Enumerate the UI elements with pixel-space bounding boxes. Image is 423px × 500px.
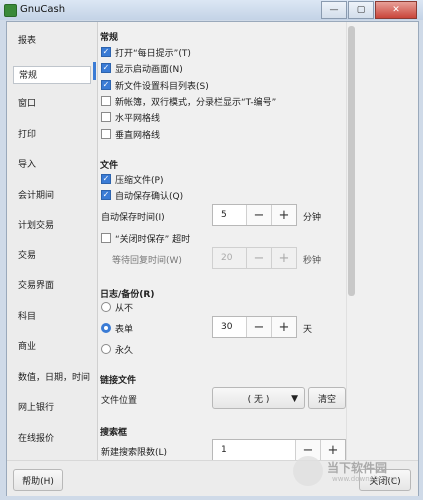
option-autosave-confirm[interactable]: ✓ 自动保存确认(Q) — [101, 188, 183, 202]
autosave-interval-stepper[interactable]: 5 − + — [212, 204, 297, 226]
checkbox-checked-icon[interactable]: ✓ — [101, 174, 111, 184]
sidebar-item-general[interactable]: 常规 — [13, 66, 91, 84]
sidebar: 报表 常规 窗口 打印 导入 会计期间 计划交易 交易 交易界面 科目 商业 数… — [7, 22, 98, 460]
option-label: 压缩文件(P) — [115, 175, 164, 186]
clear-button[interactable]: 清空 — [308, 387, 346, 409]
section-log-heading: 日志/备份(R) — [100, 290, 155, 300]
scrollbar-thumb[interactable] — [348, 26, 355, 296]
preferences-dialog: 报表 常规 窗口 打印 导入 会计期间 计划交易 交易 交易界面 科目 商业 数… — [6, 21, 419, 496]
checkbox-checked-icon[interactable]: ✓ — [101, 190, 111, 200]
radio-icon[interactable] — [101, 302, 111, 312]
wait-reply-label: 等待回复时间(W) — [112, 256, 182, 266]
section-search-heading: 搜索框 — [100, 428, 128, 438]
sidebar-item-business[interactable]: 商业 — [13, 338, 91, 356]
title-bar: GnuCash — ▢ ✕ — [0, 0, 423, 20]
increment-button[interactable]: + — [320, 440, 345, 460]
option-label: 水平网格线 — [115, 113, 161, 124]
checkbox-icon[interactable] — [101, 233, 111, 243]
sidebar-item-windows[interactable]: 窗口 — [13, 95, 91, 113]
autosave-interval-unit: 分钟 — [303, 213, 322, 223]
window-title: GnuCash — [20, 4, 66, 15]
sidebar-item-transactions[interactable]: 交易 — [13, 247, 91, 265]
search-limit-stepper[interactable]: 1 − + — [212, 439, 346, 460]
minimize-button[interactable]: — — [321, 1, 347, 19]
search-limit-label: 新建搜索限数(L) — [101, 448, 168, 458]
option-label: 显示启动画面(N) — [115, 64, 183, 75]
wait-reply-value: 20 — [213, 248, 246, 268]
section-files-heading: 文件 — [100, 161, 119, 171]
radio-icon[interactable] — [101, 344, 111, 354]
checkbox-icon[interactable] — [101, 129, 111, 139]
increment-button: + — [271, 248, 296, 268]
app-icon — [4, 4, 17, 17]
option-label: 表单 — [115, 324, 134, 335]
option-log-permanent[interactable]: 永久 — [101, 342, 133, 356]
help-button[interactable]: 帮助(H) — [13, 469, 63, 491]
option-double-line-mode[interactable]: 新帐簿，双行模式，分录栏显示“T-编号” — [101, 94, 276, 108]
checkbox-checked-icon[interactable]: ✓ — [101, 80, 111, 90]
sidebar-item-numbers-dates-times[interactable]: 数值，日期，时间 — [13, 369, 91, 387]
sidebar-item-accounts[interactable]: 科目 — [13, 308, 91, 326]
sidebar-item-reports[interactable]: 报表 — [13, 32, 91, 50]
sidebar-item-register[interactable]: 交易界面 — [13, 277, 91, 295]
log-days-stepper[interactable]: 30 − + — [212, 316, 297, 338]
sidebar-item-printing[interactable]: 打印 — [13, 126, 91, 144]
autosave-interval-label: 自动保存时间(I) — [101, 213, 165, 223]
maximize-button[interactable]: ▢ — [348, 1, 374, 19]
selection-marker — [93, 62, 96, 80]
combo-value: ( 无 ) — [247, 394, 270, 405]
close-window-button[interactable]: ✕ — [375, 1, 417, 19]
file-location-combo[interactable]: ( 无 ) ▼ — [212, 387, 305, 409]
file-location-label: 文件位置 — [101, 396, 138, 406]
watermark-text: 当下软件园 — [327, 461, 388, 475]
sidebar-item-scheduled-transactions[interactable]: 计划交易 — [13, 217, 91, 235]
option-label: 自动保存确认(Q) — [115, 191, 184, 202]
option-label: 新帐簿，双行模式，分录栏显示“T-编号” — [115, 97, 277, 108]
sidebar-item-online-banking[interactable]: 网上银行 — [13, 399, 91, 417]
checkbox-icon[interactable] — [101, 112, 111, 122]
option-new-file-accounts[interactable]: ✓ 新文件设置科目列表(S) — [101, 78, 209, 92]
watermark-logo — [293, 456, 323, 486]
section-linked-files-heading: 链接文件 — [100, 376, 137, 386]
vertical-scrollbar[interactable] — [346, 22, 357, 460]
log-days-value[interactable]: 30 — [213, 317, 246, 337]
decrement-button: − — [246, 248, 271, 268]
settings-panel: 常规 ✓ 打开“每日提示”(T) ✓ 显示启动画面(N) ✓ 新文件设置科目列表… — [98, 22, 346, 460]
option-label: 垂直网格线 — [115, 130, 161, 141]
watermark-url: www.downxia.com — [332, 475, 398, 483]
option-label: 打开“每日提示”(T) — [115, 48, 191, 59]
dropdown-arrow-icon: ▼ — [291, 394, 298, 404]
option-save-on-close-timeout[interactable]: “关闭时保存” 超时 — [101, 231, 190, 245]
option-horizontal-grid[interactable]: 水平网格线 — [101, 110, 160, 124]
option-daily-tips[interactable]: ✓ 打开“每日提示”(T) — [101, 45, 191, 59]
option-label: 永久 — [115, 345, 134, 356]
decrement-button[interactable]: − — [246, 205, 271, 225]
log-days-unit: 天 — [303, 325, 313, 335]
option-splash-screen[interactable]: ✓ 显示启动画面(N) — [101, 61, 183, 75]
sidebar-item-online-quotes[interactable]: 在线报价 — [13, 430, 91, 448]
decrement-button[interactable]: − — [246, 317, 271, 337]
autosave-interval-value[interactable]: 5 — [213, 205, 246, 225]
option-label: 新文件设置科目列表(S) — [115, 81, 209, 92]
option-label: 从不 — [115, 303, 134, 314]
option-vertical-grid[interactable]: 垂直网格线 — [101, 127, 160, 141]
wait-reply-unit: 秒钟 — [303, 256, 322, 266]
wait-reply-stepper: 20 − + — [212, 247, 297, 269]
option-log-never[interactable]: 从不 — [101, 300, 133, 314]
window-controls: — ▢ ✕ — [320, 1, 417, 19]
increment-button[interactable]: + — [271, 317, 296, 337]
option-label: “关闭时保存” 超时 — [115, 234, 191, 245]
increment-button[interactable]: + — [271, 205, 296, 225]
checkbox-icon[interactable] — [101, 96, 111, 106]
sidebar-item-accounting-period[interactable]: 会计期间 — [13, 187, 91, 205]
sidebar-item-import[interactable]: 导入 — [13, 156, 91, 174]
search-limit-value[interactable]: 1 — [213, 440, 295, 460]
option-log-forever-form[interactable]: 表单 — [101, 321, 133, 335]
section-general-heading: 常规 — [100, 33, 119, 43]
radio-selected-icon[interactable] — [101, 323, 111, 333]
option-compress-files[interactable]: ✓ 压缩文件(P) — [101, 172, 163, 186]
checkbox-checked-icon[interactable]: ✓ — [101, 47, 111, 57]
checkbox-checked-icon[interactable]: ✓ — [101, 63, 111, 73]
